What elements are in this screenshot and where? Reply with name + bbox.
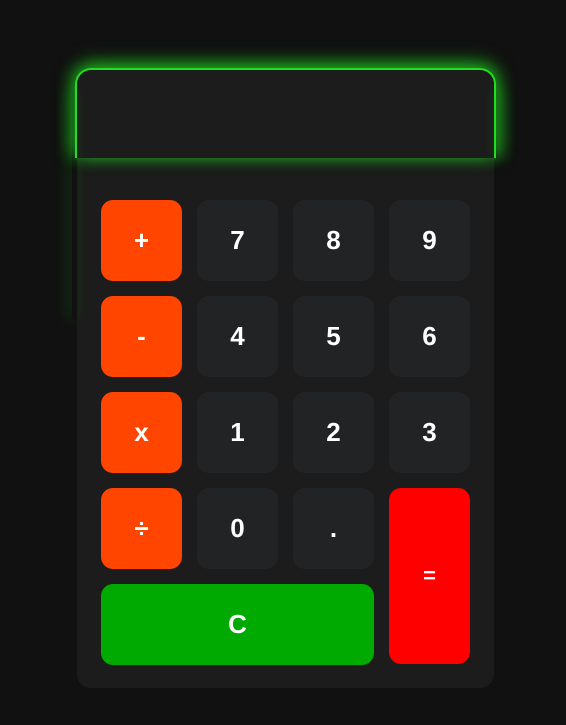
digit-3-button[interactable]: 3: [389, 392, 470, 473]
digit-8-button[interactable]: 8: [293, 200, 374, 281]
equals-button[interactable]: =: [389, 488, 470, 664]
divide-button[interactable]: ÷: [101, 488, 182, 569]
digit-5-button[interactable]: 5: [293, 296, 374, 377]
minus-button[interactable]: -: [101, 296, 182, 377]
display-screen: [100, 90, 470, 180]
digit-2-button[interactable]: 2: [293, 392, 374, 473]
decimal-button[interactable]: .: [293, 488, 374, 569]
digit-6-button[interactable]: 6: [389, 296, 470, 377]
display-glow-right: [494, 90, 498, 158]
digit-0-button[interactable]: 0: [197, 488, 278, 569]
plus-button[interactable]: +: [101, 200, 182, 281]
multiply-button[interactable]: x: [101, 392, 182, 473]
digit-9-button[interactable]: 9: [389, 200, 470, 281]
digit-4-button[interactable]: 4: [197, 296, 278, 377]
digit-1-button[interactable]: 1: [197, 392, 278, 473]
digit-7-button[interactable]: 7: [197, 200, 278, 281]
clear-button[interactable]: C: [101, 584, 374, 665]
